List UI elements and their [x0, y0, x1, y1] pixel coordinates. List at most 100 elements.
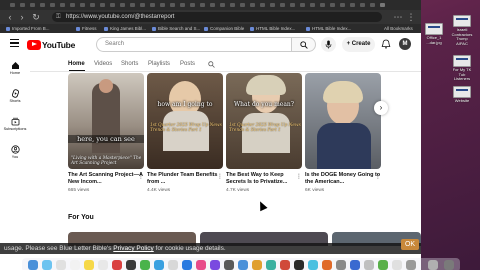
short-thumbnail[interactable]: how am I going to 1st Quarter 2025 Wrap … [147, 73, 223, 169]
desktop-file-listeners[interactable]: For My TK Tub Listeners [451, 55, 473, 82]
short-thumbnail[interactable]: here, you can see "Living with a Masterp… [68, 73, 144, 169]
tab[interactable] [100, 3, 105, 7]
tab[interactable] [160, 3, 165, 7]
tab[interactable] [320, 3, 325, 7]
app-icon[interactable] [112, 260, 122, 270]
youtube-logo[interactable]: YouTube [27, 39, 75, 50]
app-icon[interactable] [406, 260, 416, 270]
tab[interactable] [260, 3, 265, 7]
tab[interactable] [120, 3, 125, 7]
tab[interactable] [60, 3, 65, 7]
tab[interactable] [130, 3, 135, 7]
sidebar-item-you[interactable]: You [0, 143, 30, 167]
tab[interactable] [360, 3, 365, 7]
short-title[interactable]: The Best Way to Keep Secrets Is to Priva… [226, 172, 302, 186]
tab[interactable] [40, 3, 45, 7]
notifications-bell-icon[interactable] [381, 39, 391, 49]
sidebar-item-home[interactable]: Home [0, 59, 30, 83]
app-icon[interactable] [224, 260, 234, 270]
url-field[interactable]: ⚿ https://www.youtube.com/@thestarreport [52, 12, 382, 22]
next-arrow-button[interactable]: › [374, 101, 388, 115]
tab[interactable] [330, 3, 335, 7]
tab-active[interactable] [380, 3, 385, 7]
app-icon[interactable] [168, 260, 178, 270]
app-icon[interactable] [280, 260, 290, 270]
short-card[interactable]: Is the DOGE Money Going to the American.… [305, 73, 381, 193]
tab-posts[interactable]: Posts [180, 58, 195, 71]
notes-icon[interactable] [84, 260, 94, 270]
tab[interactable] [180, 3, 185, 7]
bookmark-item[interactable]: Fitness [76, 24, 97, 33]
desktop-file-israeli[interactable]: Israeli Contractors Trump AIPAC [451, 15, 473, 46]
tab[interactable] [370, 3, 375, 7]
bookmark-item[interactable]: HTML Bible Index... [250, 24, 295, 33]
app-icon[interactable] [154, 260, 164, 270]
cookie-ok-button[interactable]: OK [401, 239, 419, 250]
app-icon[interactable] [364, 260, 374, 270]
app-icon[interactable] [238, 260, 248, 270]
desktop-file-office[interactable]: Office_1 ...dar.jpg [423, 23, 445, 45]
tab[interactable] [280, 3, 285, 7]
downloads-folder-icon[interactable] [428, 260, 438, 270]
desktop-file-website[interactable]: Website [451, 86, 473, 104]
tab[interactable] [80, 3, 85, 7]
finder-icon[interactable] [28, 260, 38, 270]
sidebar-item-shorts[interactable]: Shorts [0, 87, 30, 111]
browser-menu-icon[interactable]: ⋮ [405, 11, 417, 23]
all-bookmarks[interactable]: All Bookmarks [384, 24, 413, 33]
bookmark-item[interactable]: Bible Search and S... [152, 24, 200, 33]
avatar[interactable]: M [399, 38, 411, 50]
tab[interactable] [150, 3, 155, 7]
bookmark-item[interactable]: Companion Bible [204, 24, 244, 33]
app-icon[interactable] [336, 260, 346, 270]
tab[interactable] [250, 3, 255, 7]
bookmark-item[interactable]: HTML Bible Index... [306, 24, 351, 33]
more-options-icon[interactable]: ⋮ [217, 173, 223, 180]
tab[interactable] [190, 3, 195, 7]
trash-icon[interactable] [444, 260, 454, 270]
more-options-icon[interactable]: ⋮ [138, 173, 144, 180]
short-thumbnail[interactable]: What do you mean? 1st Quarter 2025 Wrap … [226, 73, 302, 169]
hamburger-menu-icon[interactable] [10, 39, 19, 48]
channel-search-icon[interactable] [208, 61, 215, 68]
tab[interactable] [20, 3, 25, 7]
short-card[interactable]: how am I going to 1st Quarter 2025 Wrap … [147, 73, 223, 193]
tab-videos[interactable]: Videos [94, 58, 112, 71]
tab-playlists[interactable]: Playlists [148, 58, 170, 71]
bookmark-item[interactable]: King James Bibl... [104, 24, 146, 33]
tab[interactable] [310, 3, 315, 7]
tab[interactable] [200, 3, 205, 7]
tab[interactable] [270, 3, 275, 7]
tab[interactable] [30, 3, 35, 7]
tab-shorts[interactable]: Shorts [121, 58, 138, 71]
more-options-icon[interactable]: ⋮ [375, 173, 381, 180]
privacy-policy-link[interactable]: Privacy Policy [113, 245, 153, 252]
short-title[interactable]: Is the DOGE Money Going to the American.… [305, 172, 381, 186]
app-icon[interactable] [378, 260, 388, 270]
tab[interactable] [210, 3, 215, 7]
tab[interactable] [350, 3, 355, 7]
tab[interactable] [110, 3, 115, 7]
extensions-icon[interactable]: ⋯ [392, 11, 404, 23]
reload-icon[interactable]: ↻ [30, 11, 42, 23]
app-icon[interactable] [56, 260, 66, 270]
app-icon[interactable] [308, 260, 318, 270]
app-icon[interactable] [294, 260, 304, 270]
short-title[interactable]: The Art Scanning Project—A New Incom... [68, 172, 144, 186]
tab[interactable] [70, 3, 75, 7]
tab[interactable] [170, 3, 175, 7]
app-icon[interactable] [42, 260, 52, 270]
tab[interactable] [340, 3, 345, 7]
app-icon[interactable] [126, 260, 136, 270]
short-card[interactable]: What do you mean? 1st Quarter 2025 Wrap … [226, 73, 302, 193]
app-icon[interactable] [196, 260, 206, 270]
search-button[interactable] [292, 37, 316, 52]
back-icon[interactable]: ‹ [4, 11, 16, 23]
tab[interactable] [140, 3, 145, 7]
app-icon[interactable] [322, 260, 332, 270]
calendar-icon[interactable] [70, 260, 80, 270]
app-icon[interactable] [392, 260, 402, 270]
tab[interactable] [10, 3, 15, 7]
short-thumbnail[interactable] [305, 73, 381, 169]
more-options-icon[interactable]: ⋮ [296, 173, 302, 180]
